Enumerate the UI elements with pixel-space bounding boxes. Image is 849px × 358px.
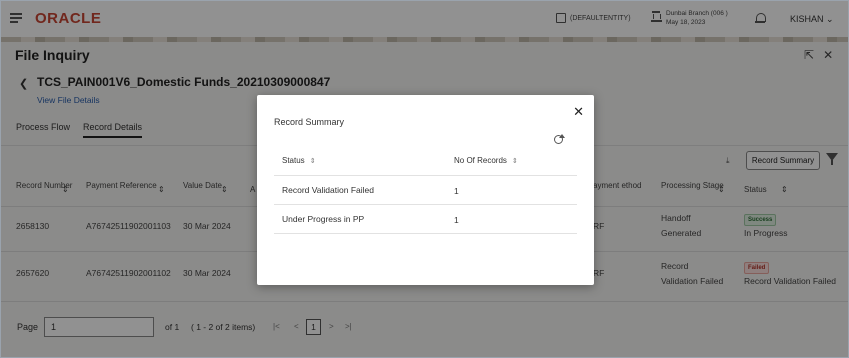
summary-status-cell: Record Validation Failed bbox=[282, 185, 374, 195]
summary-count-cell: 1 bbox=[454, 186, 459, 196]
sort-icon[interactable]: ⇕ bbox=[512, 158, 518, 165]
column-header-no-of-records[interactable]: No Of Records ⇕ bbox=[454, 156, 518, 165]
sort-icon[interactable]: ⇕ bbox=[310, 158, 316, 165]
close-icon[interactable]: ✕ bbox=[573, 104, 584, 120]
row-divider bbox=[274, 175, 577, 176]
refresh-icon[interactable] bbox=[554, 134, 565, 144]
app-frame: ORACLE (DEFAULTENTITY) Dunbai Branch (00… bbox=[0, 0, 849, 358]
summary-status-cell: Under Progress in PP bbox=[282, 214, 365, 224]
column-header-status[interactable]: Status ⇕ bbox=[282, 156, 316, 165]
summary-count-cell: 1 bbox=[454, 215, 459, 225]
dialog-title: Record Summary bbox=[274, 117, 345, 127]
record-summary-dialog: ✕ Record Summary Status ⇕ No Of Records ⇕ … bbox=[257, 95, 594, 285]
row-divider bbox=[274, 204, 577, 205]
row-divider bbox=[274, 233, 577, 234]
